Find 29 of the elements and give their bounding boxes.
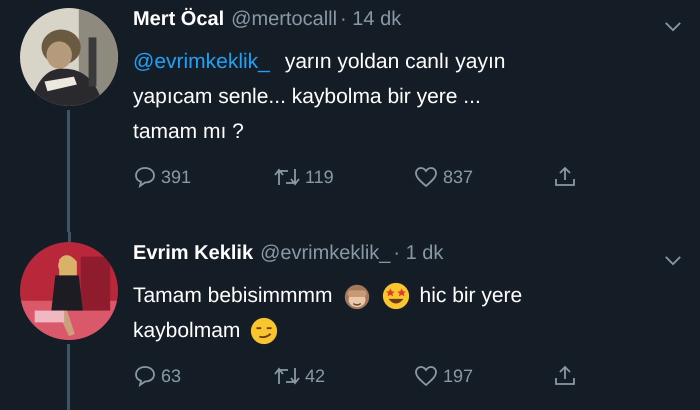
reply-count: 63 — [161, 366, 182, 386]
heart-icon[interactable] — [413, 165, 439, 189]
star-eyes-emoji-icon — [380, 280, 411, 310]
reply-count: 391 — [161, 166, 192, 188]
user-handle[interactable]: @evrimkeklik_ — [260, 242, 390, 265]
share-icon[interactable] — [553, 364, 577, 388]
retweet-count: 119 — [305, 166, 334, 188]
user-handle[interactable]: @mertocalll — [231, 8, 338, 31]
timestamp[interactable]: · 1 dk — [393, 242, 444, 265]
timestamp[interactable]: · 14 dk — [340, 8, 402, 31]
reply-icon[interactable] — [133, 364, 157, 388]
mention-link[interactable]: @evrimkeklik_ — [133, 44, 270, 79]
retweet-count: 42 — [305, 366, 326, 386]
tweet-text: tamam mı ? — [133, 119, 244, 145]
tweet-text: yarın yoldan canlı yayın — [284, 49, 506, 75]
tweet-text: yapıcam senle... kaybolma bir yere ... — [133, 84, 481, 110]
tweet-text: kaybolmam — [133, 318, 240, 344]
user-name[interactable]: Mert Öcal — [133, 8, 224, 31]
tweet-text: Tamam bebisimmmm — [133, 283, 333, 309]
heart-icon[interactable] — [413, 364, 439, 388]
like-count: 197 — [443, 366, 474, 386]
user-name[interactable]: Evrim Keklik — [133, 242, 254, 265]
chevron-down-icon[interactable] — [664, 20, 682, 32]
smirk-emoji-icon — [249, 316, 280, 346]
like-count: 837 — [443, 166, 474, 188]
reply-icon[interactable] — [133, 165, 157, 189]
share-icon[interactable] — [553, 165, 577, 189]
chevron-down-icon[interactable] — [664, 254, 682, 266]
tweet-text: hic bir yere — [420, 283, 522, 309]
